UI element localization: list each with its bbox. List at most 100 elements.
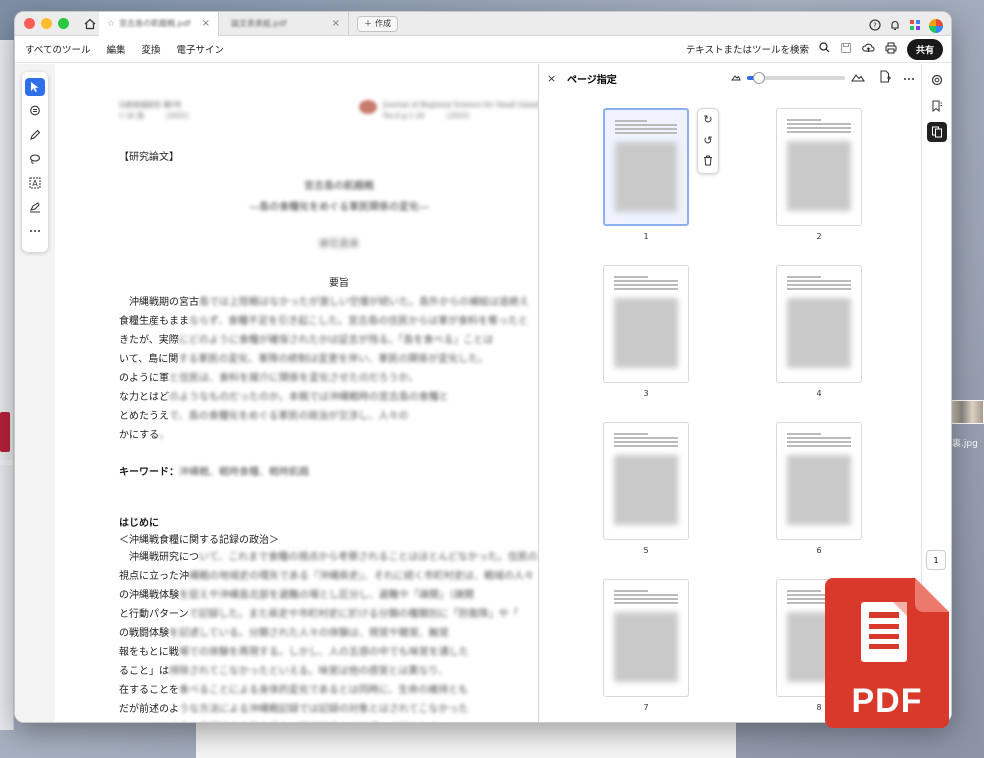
page-thumbnail[interactable]: 2 (776, 108, 862, 241)
bookmark-icon[interactable] (927, 96, 947, 116)
menu-edit[interactable]: 編集 (106, 42, 125, 56)
desktop-file-icon[interactable] (0, 412, 10, 452)
more-options-icon[interactable] (903, 73, 915, 84)
text-line: 沖縄戦研究について、これまで食糧の視点から考察されることはほとんどなかった。住民… (119, 552, 538, 563)
page-thumbnail[interactable]: 5 (603, 422, 689, 555)
zoom-out-mountain-icon[interactable] (731, 73, 741, 84)
bell-icon[interactable] (889, 16, 901, 35)
more-tools-icon[interactable] (25, 222, 45, 240)
text-line: 沖縄戦期の宮古島では上陸戦はなかったが激しい空爆が続いた。島外からの補給は途絶え (119, 297, 529, 308)
zoom-in-mountain-icon[interactable] (850, 72, 866, 85)
text-box-tool-icon[interactable]: A (25, 174, 45, 192)
preview-line (615, 120, 647, 122)
close-icon[interactable]: × (202, 18, 210, 29)
tab-document-2[interactable]: 論文表表紙.pdf × (219, 12, 349, 36)
delete-page-icon[interactable] (703, 155, 713, 169)
preview-line (787, 590, 821, 592)
rotate-clockwise-icon[interactable]: ↻ (703, 113, 712, 126)
menu-all-tools[interactable]: すべてのツール (25, 42, 90, 56)
search-tools-button[interactable]: テキストまたはツールを検索 (686, 42, 809, 56)
save-icon[interactable] (840, 42, 852, 57)
text-line: 一方、戦時の食を品種論する取り組みは学校給食などを通して行われてい (119, 719, 538, 722)
menu-bar: すべてのツール 編集 変換 電子サイン テキストまたはツールを検索 共有 (15, 36, 951, 63)
menu-e-sign[interactable]: 電子サイン (177, 42, 225, 56)
plus-icon: ＋ (364, 19, 372, 28)
insert-page-icon[interactable] (879, 70, 891, 86)
abstract-heading: 要旨 (329, 278, 349, 289)
menu-convert[interactable]: 変換 (141, 42, 160, 56)
preview-line (787, 288, 851, 290)
abstract-body: 沖縄戦期の宮古島では上陸戦はなかったが激しい空爆が続いた。島外からの補給は途絶え… (119, 293, 538, 445)
page-preview (603, 422, 689, 540)
page-thumbnail[interactable]: 4 (776, 265, 862, 398)
star-icon[interactable]: ☆ (107, 19, 115, 29)
home-icon[interactable] (81, 15, 99, 33)
svg-text:?: ? (873, 22, 877, 30)
preview-text-block (787, 298, 851, 368)
preview-line (787, 445, 851, 447)
zoom-slider[interactable] (747, 72, 845, 84)
close-icon[interactable]: × (332, 18, 340, 29)
page-preview (603, 108, 689, 226)
pen-tool-icon[interactable] (25, 126, 45, 144)
new-tab-button[interactable]: ＋ 作成 (357, 15, 398, 32)
help-icon[interactable]: ? (869, 16, 881, 35)
text-line: の戦闘体験を記述している。分類された人々の体験は、視覚や聴覚、触覚 (119, 628, 449, 639)
text-line: のように軍と住民は、食料を媒介に関係を変化させたのだろうか。 (119, 373, 419, 384)
zoom-slider-knob[interactable] (752, 72, 765, 84)
page-number-indicator[interactable]: 1 (926, 550, 946, 570)
close-icon[interactable]: × (547, 72, 561, 85)
keywords-label: キーワード： (119, 467, 179, 478)
page-thumbnail[interactable]: 1 (603, 108, 689, 241)
ai-assistant-icon[interactable] (927, 70, 947, 90)
text-line: 食糧生産もままならず、食糧不足を引き起こした。宮古島の住民からは軍が食料を奪った… (119, 316, 529, 327)
header-right-line: No.6 p.1-26 （2025） (383, 112, 474, 120)
desktop-image-thumbnail[interactable] (950, 400, 984, 424)
preview-text-block (615, 142, 677, 212)
preview-text-block (787, 455, 851, 525)
journal-header-right: Journal of Regional Science for Small Is… (359, 100, 538, 122)
page-thumbnail[interactable]: 7 (603, 579, 689, 712)
search-icon[interactable] (819, 42, 830, 56)
upload-cloud-icon[interactable] (862, 42, 875, 57)
text-line: の沖縄戦体験を捉えや沖縄島北部を避難の場とし区分し、避難や「疎開」（疎開 (119, 590, 474, 601)
document-viewer[interactable]: 比較地域研究 第6号 1-26 頁 （2025） Journal of Regi… (55, 64, 538, 722)
panel-header: × ページ指定 (539, 64, 923, 92)
close-window-button[interactable] (24, 18, 35, 29)
page-number-label: 2 (816, 232, 822, 241)
minimize-window-button[interactable] (41, 18, 52, 29)
keywords: キーワード：沖縄戦、戦時食糧、戦時飢餓 (119, 463, 538, 478)
menu-right: テキストまたはツールを検索 共有 (686, 38, 951, 60)
page-preview (603, 579, 689, 697)
panel-actions (879, 70, 915, 86)
text-line: いて、島に関する軍民の変化、軍隊の統制は変更を伴い、軍民の関係が変化した。 (119, 354, 489, 365)
text-line: と行動パターンで記録した。また県史や市町村史に於ける分類の種類別に「防衛隊」や「 (119, 609, 519, 620)
intro-body: 沖縄戦研究について、これまで食糧の視点から考察されることはほとんどなかった。住民… (119, 548, 538, 722)
print-icon[interactable] (885, 42, 897, 57)
select-tool-icon[interactable] (25, 78, 45, 96)
preview-line (614, 288, 678, 290)
sign-tool-icon[interactable] (25, 198, 45, 216)
lasso-tool-icon[interactable] (25, 150, 45, 168)
tabbar-actions: ? (869, 16, 943, 35)
preview-line (614, 280, 678, 282)
preview-line (787, 123, 851, 125)
rotate-counterclockwise-icon[interactable]: ↺ (703, 134, 712, 147)
page-thumbnails-icon[interactable] (926, 122, 947, 142)
preview-line (787, 127, 851, 129)
share-button[interactable]: 共有 (906, 38, 943, 60)
page-thumbnail[interactable]: 6 (776, 422, 862, 555)
apps-grid-icon[interactable] (909, 16, 921, 35)
page-thumbnail[interactable]: 3 (603, 265, 689, 398)
zoom-window-button[interactable] (58, 18, 69, 29)
acrobat-window: ☆ 宮古島の飢餓戦.pdf × 論文表表紙.pdf × ＋ 作成 ? すべてのツ (14, 11, 952, 723)
preview-text-block (614, 298, 678, 368)
page-number-label: 6 (816, 546, 822, 555)
tab-document-1[interactable]: ☆ 宮古島の飢餓戦.pdf × (99, 12, 219, 36)
pdf-badge-label: PDF (851, 682, 923, 720)
page-number-label: 1 (643, 232, 649, 241)
comment-tool-icon[interactable] (25, 102, 45, 120)
page-preview (776, 108, 862, 226)
avatar[interactable] (929, 18, 943, 33)
page-preview (603, 265, 689, 383)
